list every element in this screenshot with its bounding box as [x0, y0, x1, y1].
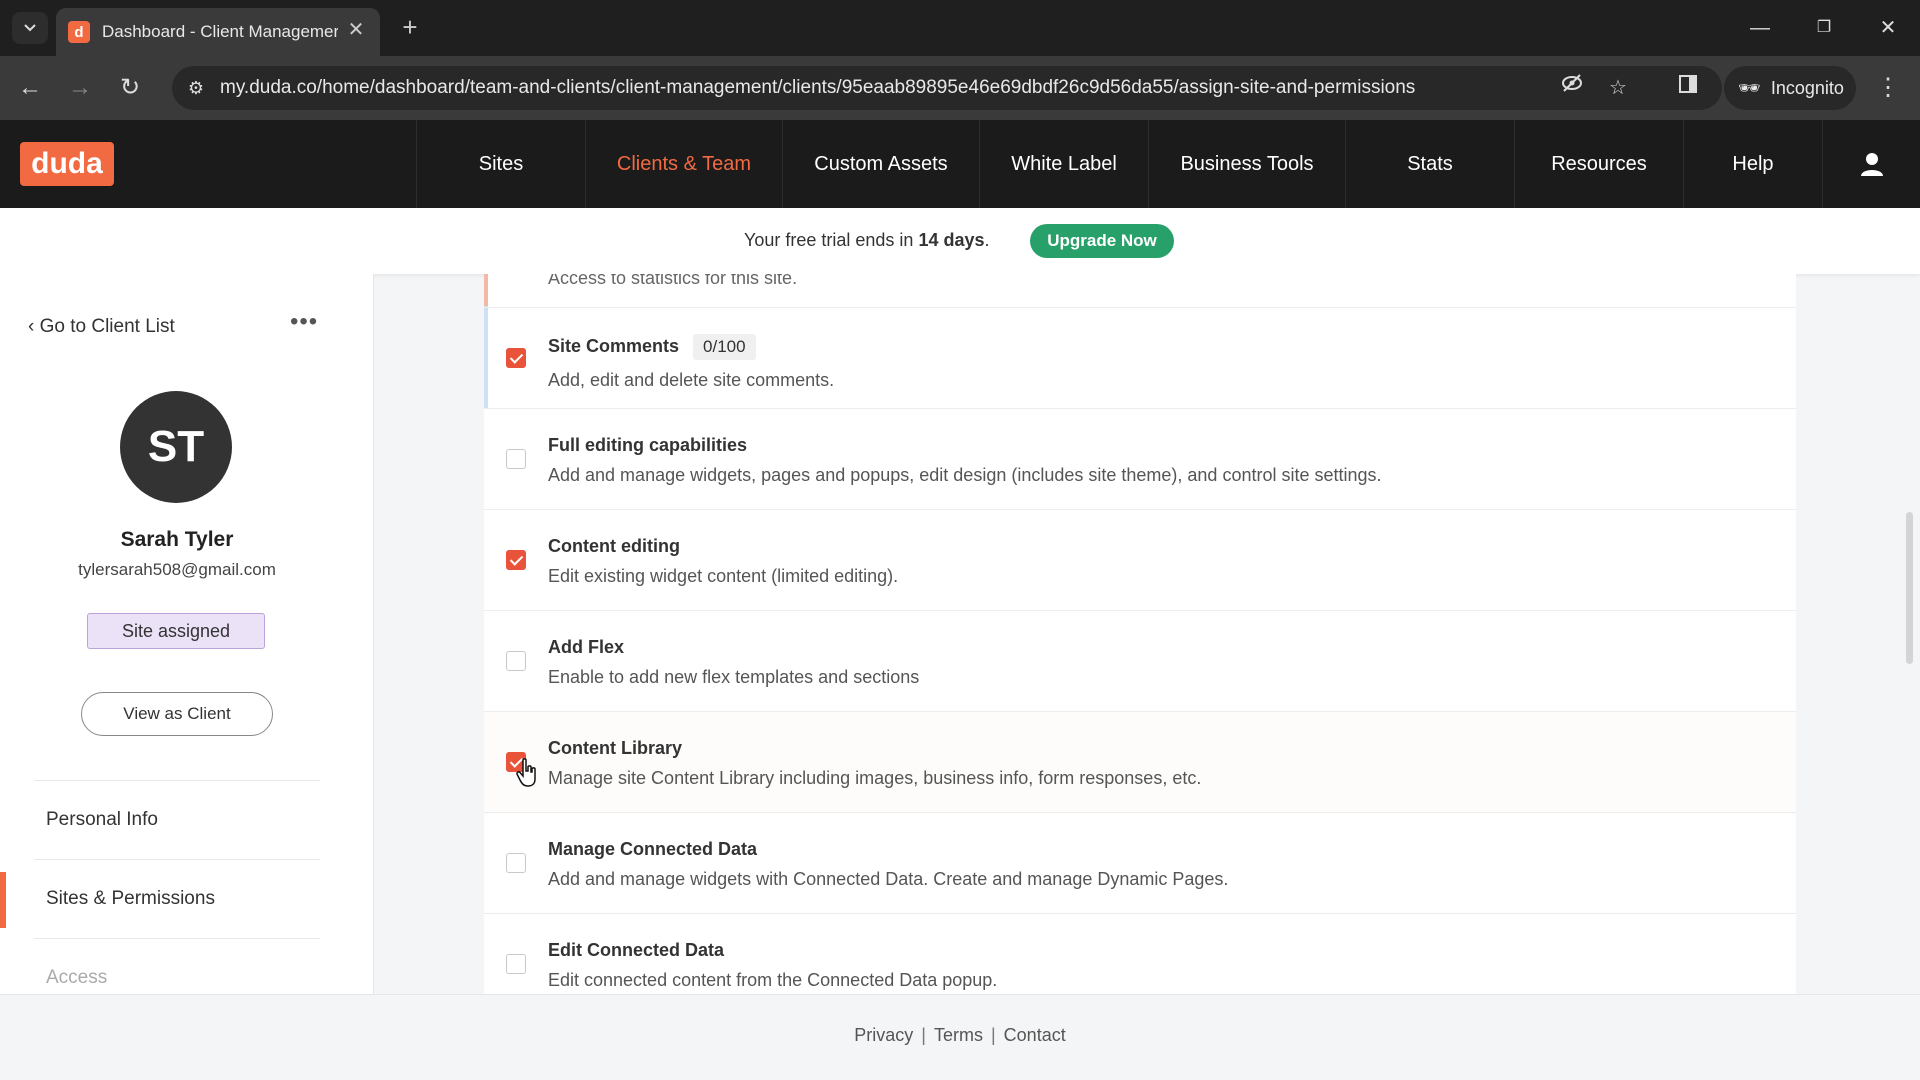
nav-help[interactable]: Help — [1683, 120, 1822, 208]
upgrade-now-button[interactable]: Upgrade Now — [1030, 224, 1174, 258]
permission-desc: Edit existing widget content (limited ed… — [548, 566, 899, 586]
trial-banner: Your free trial ends in 14 days. Upgrade… — [0, 208, 1920, 274]
trial-text-after: . — [984, 230, 990, 250]
permission-desc: Edit connected content from the Connecte… — [548, 970, 998, 990]
client-name: Sarah Tyler — [120, 528, 234, 551]
permission-row-manage-connected-data: Manage Connected Data Add and manage wid… — [484, 812, 1796, 913]
permission-title: Edit Connected Data — [548, 940, 725, 960]
manage-connected-data-checkbox[interactable] — [506, 853, 526, 873]
partial-permission-desc: Access to statistics for this site. — [548, 274, 798, 288]
permission-row-full-editing: Full editing capabilities Add and manage… — [484, 408, 1796, 509]
mouse-pointer-icon — [516, 758, 536, 787]
incognito-label: Incognito — [1770, 77, 1844, 98]
restore-icon[interactable]: ❐ — [1804, 8, 1844, 48]
url-text[interactable]: my.duda.co/home/dashboard/team-and-clien… — [220, 77, 1415, 99]
page-footer: Privacy | Terms | Contact — [0, 994, 1920, 1080]
page-scrollbar[interactable] — [1906, 512, 1913, 664]
row-accent — [484, 274, 488, 306]
user-account-button[interactable] — [1822, 120, 1920, 208]
tab-title: Dashboard - Client Managemer — [102, 22, 338, 41]
sidebar-active-indicator — [0, 872, 6, 928]
bookmark-star-icon[interactable]: ☆ — [1602, 72, 1634, 104]
go-to-client-list-link[interactable]: ‹ Go to Client List — [28, 316, 175, 338]
nav-custom-assets[interactable]: Custom Assets — [782, 120, 979, 208]
permission-title: Manage Connected Data — [548, 839, 758, 859]
duda-logo[interactable]: duda — [20, 142, 114, 186]
full-editing-checkbox[interactable] — [506, 449, 526, 469]
nav-stats[interactable]: Stats — [1345, 120, 1514, 208]
permission-row-add-flex: Add Flex Enable to add new flex template… — [484, 610, 1796, 711]
edit-connected-data-checkbox[interactable] — [506, 954, 526, 974]
sidebar-item-sites-permissions[interactable]: Sites & Permissions — [34, 859, 320, 937]
browser-tab[interactable]: d Dashboard - Client Managemer ✕ — [56, 8, 380, 56]
window-close-icon[interactable]: ✕ — [1868, 8, 1908, 48]
trial-message: Your free trial ends in 14 days. — [744, 230, 990, 251]
footer-separator: | — [990, 1025, 996, 1045]
comments-count-badge: 0/100 — [693, 334, 756, 360]
permission-title: Add Flex — [548, 637, 625, 657]
content-editing-checkbox[interactable] — [506, 550, 526, 570]
permission-desc: Manage site Content Library including im… — [548, 768, 1202, 788]
user-icon — [1860, 153, 1883, 176]
add-flex-checkbox[interactable] — [506, 651, 526, 671]
permission-title: Full editing capabilities — [548, 435, 748, 455]
view-as-client-button[interactable]: View as Client — [81, 692, 273, 736]
permission-title: Content Library — [548, 738, 683, 758]
permission-desc: Enable to add new flex templates and sec… — [548, 667, 920, 687]
sidebar-item-personal-info[interactable]: Personal Info — [34, 780, 320, 858]
main-nav: Sites Clients & Team Custom Assets White… — [416, 120, 1822, 208]
nav-clients-team[interactable]: Clients & Team — [585, 120, 782, 208]
status-badge: Site assigned — [87, 613, 265, 649]
permission-title: Site Comments 0/100 — [548, 334, 756, 360]
chevron-left-icon: ‹ — [28, 316, 40, 337]
client-email: tylersarah508@gmail.com — [78, 560, 276, 579]
back-arrow-icon[interactable]: ← — [14, 72, 46, 104]
permission-desc: Add and manage widgets with Connected Da… — [548, 869, 1229, 889]
close-tab-icon[interactable]: ✕ — [344, 18, 368, 42]
footer-links: Privacy | Terms | Contact — [0, 1025, 1920, 1046]
browser-tab-bar: d Dashboard - Client Managemer ✕ + — ❐ ✕ — [0, 0, 1920, 56]
address-bar-row: ← → ↻ ⚙ my.duda.co/home/dashboard/team-a… — [0, 56, 1920, 120]
nav-resources[interactable]: Resources — [1514, 120, 1683, 208]
privacy-link[interactable]: Privacy — [854, 1025, 913, 1045]
new-tab-button[interactable]: + — [392, 12, 428, 44]
permissions-panel: Access to statistics for this site. Site… — [484, 274, 1796, 994]
client-sidebar: ‹ Go to Client List ••• ST Sarah Tyler t… — [0, 274, 374, 994]
duda-favicon-icon: d — [68, 21, 90, 43]
permission-row-content-library: Content Library Manage site Content Libr… — [484, 711, 1796, 812]
incognito-icon: 🕶 — [1738, 77, 1761, 98]
permission-desc: Add and manage widgets, pages and popups… — [548, 465, 1382, 485]
site-comments-checkbox[interactable] — [506, 348, 526, 368]
trial-text-before: Your free trial ends in — [744, 230, 919, 250]
side-panel-icon[interactable] — [1672, 72, 1704, 104]
chevron-down-icon — [24, 24, 36, 32]
more-options-icon[interactable]: ••• — [290, 308, 318, 336]
nav-sites[interactable]: Sites — [416, 120, 585, 208]
terms-link[interactable]: Terms — [934, 1025, 983, 1045]
permission-row-site-comments: Site Comments 0/100 Add, edit and delete … — [484, 307, 1796, 408]
contact-link[interactable]: Contact — [1004, 1025, 1066, 1045]
tab-search-button[interactable] — [12, 12, 48, 44]
nav-business-tools[interactable]: Business Tools — [1148, 120, 1345, 208]
permission-title: Content editing — [548, 536, 680, 556]
forward-arrow-icon[interactable]: → — [64, 72, 96, 104]
browser-menu-icon[interactable]: ⋮ — [1872, 72, 1904, 104]
footer-separator: | — [921, 1025, 926, 1045]
permission-row-content-editing: Content editing Edit existing widget con… — [484, 509, 1796, 610]
reload-icon[interactable]: ↻ — [114, 72, 146, 104]
nav-white-label[interactable]: White Label — [979, 120, 1148, 208]
permission-title-text: Site Comments — [548, 336, 680, 356]
site-info-icon[interactable]: ⚙ — [180, 72, 212, 104]
permission-desc: Add, edit and delete site comments. — [548, 370, 835, 390]
trial-days: 14 days — [918, 230, 985, 250]
permission-row-edit-connected-data: Edit Connected Data Edit connected conte… — [484, 913, 1796, 994]
minimize-icon[interactable]: — — [1740, 8, 1780, 48]
incognito-indicator[interactable]: 🕶 Incognito — [1724, 66, 1856, 110]
url-omnibox[interactable]: ⚙ my.duda.co/home/dashboard/team-and-cli… — [172, 66, 1722, 110]
app-header: duda Sites Clients & Team Custom Assets … — [0, 120, 1920, 208]
avatar: ST — [120, 391, 232, 503]
eye-off-icon[interactable] — [1556, 72, 1588, 104]
back-link-label: Go to Client List — [39, 316, 175, 337]
